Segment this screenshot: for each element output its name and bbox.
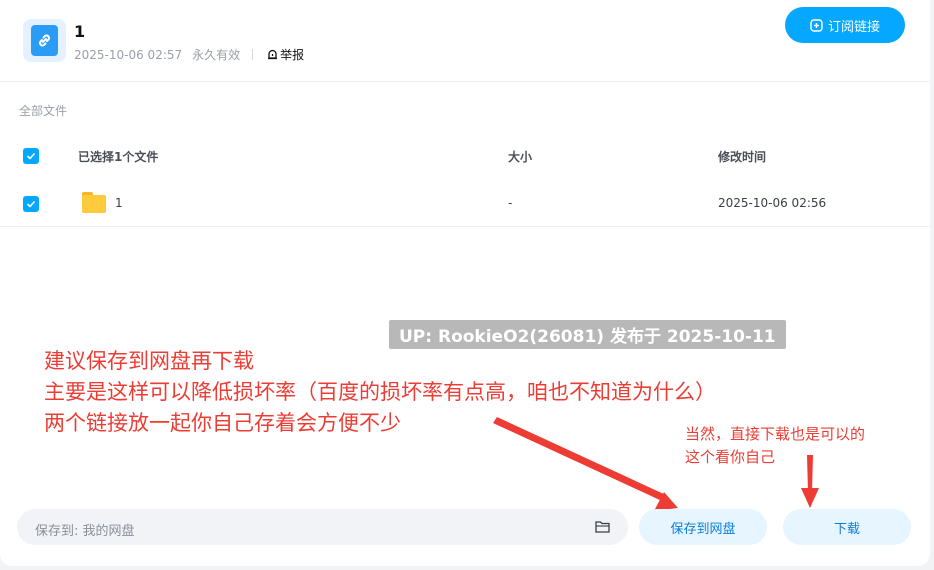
annotation-arrows xyxy=(493,417,819,511)
save-path-field[interactable]: 保存到: 我的网盘 xyxy=(17,509,628,545)
save-prefix: 保存到: xyxy=(35,524,79,539)
download-button[interactable]: 下载 xyxy=(783,509,911,545)
arrow-to-download-button xyxy=(801,455,819,508)
share-panel: 1 2025-10-06 02:57 永久有效 举报 订阅链接 全部文件 已选择… xyxy=(0,0,930,566)
save-target: 我的网盘 xyxy=(82,524,135,539)
folder-open-icon[interactable] xyxy=(595,520,610,533)
save-to-netdisk-button[interactable]: 保存到网盘 xyxy=(639,509,767,545)
arrow-to-save-button xyxy=(493,417,678,511)
